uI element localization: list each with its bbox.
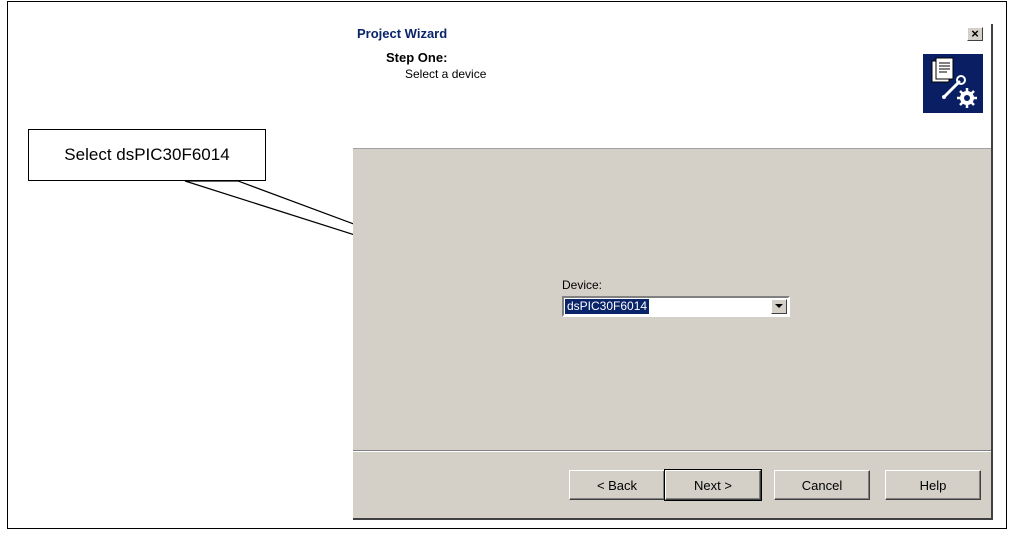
step-subtitle: Select a device bbox=[405, 67, 487, 81]
callout-box: Select dsPIC30F6014 bbox=[28, 129, 266, 181]
step-title: Step One: bbox=[386, 50, 448, 65]
chevron-down-icon[interactable] bbox=[771, 299, 787, 314]
title-bar[interactable]: Project Wizard × bbox=[353, 24, 991, 45]
close-button[interactable]: × bbox=[967, 27, 983, 41]
close-icon: × bbox=[971, 26, 979, 41]
device-select[interactable]: dsPIC30F6014 bbox=[562, 296, 790, 317]
next-button[interactable]: Next > bbox=[664, 469, 762, 501]
project-wizard-dialog: Project Wizard × Step One: Select a devi… bbox=[353, 24, 993, 520]
back-button[interactable]: < Back bbox=[569, 470, 665, 500]
window-title: Project Wizard bbox=[357, 26, 448, 41]
wizard-icon bbox=[923, 54, 983, 113]
cancel-button[interactable]: Cancel bbox=[774, 470, 870, 500]
help-button[interactable]: Help bbox=[885, 470, 981, 500]
device-select-value: dsPIC30F6014 bbox=[565, 299, 650, 314]
callout-text: Select dsPIC30F6014 bbox=[64, 145, 230, 164]
wizard-header: Step One: Select a device bbox=[353, 45, 991, 149]
wizard-content: Device: dsPIC30F6014 bbox=[353, 149, 991, 450]
footer-separator bbox=[353, 450, 991, 452]
device-label: Device: bbox=[562, 278, 603, 292]
